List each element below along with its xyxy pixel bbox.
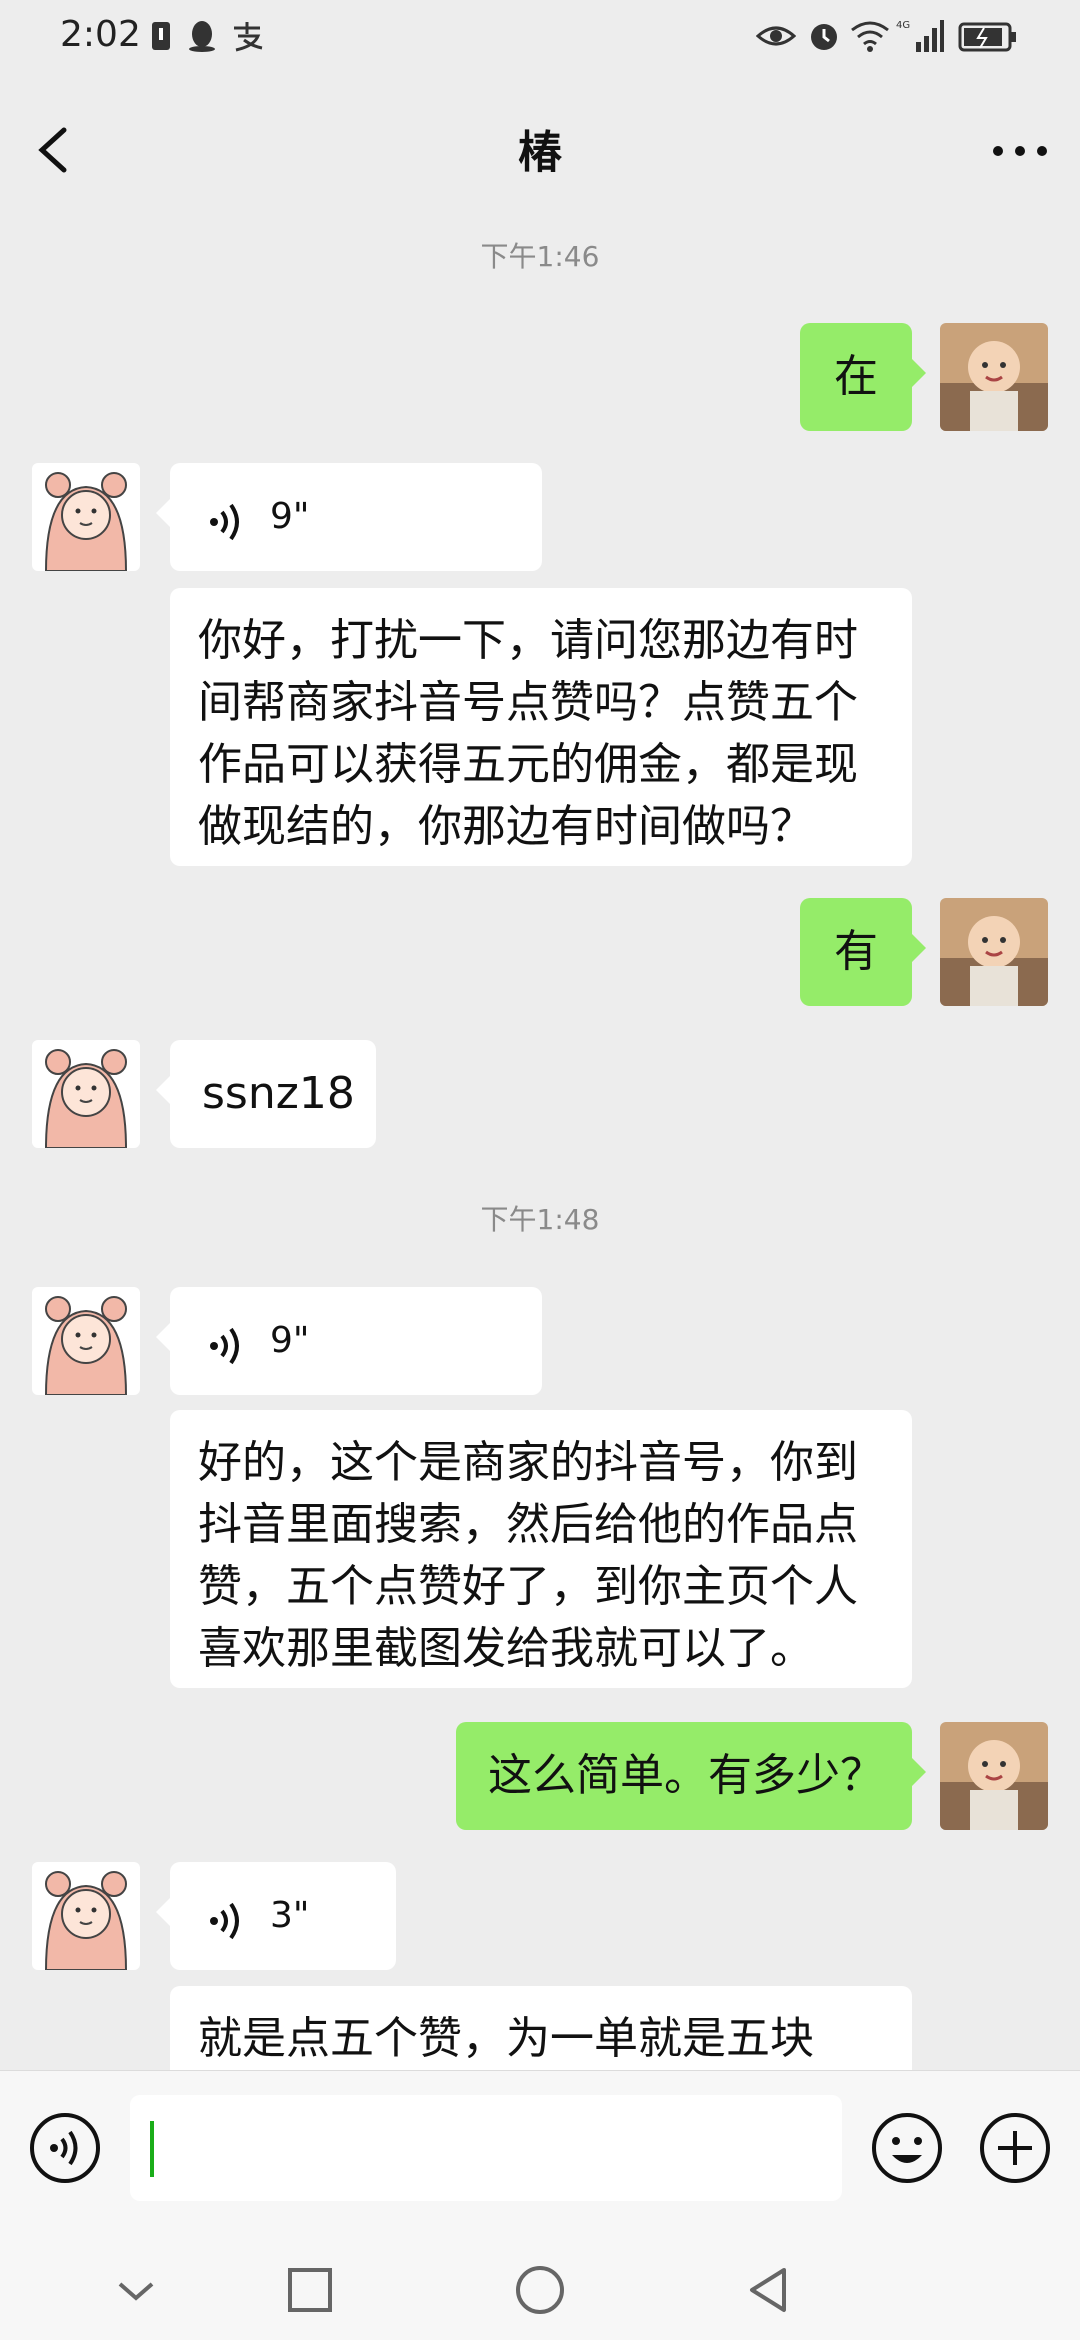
nav-back-icon[interactable]	[740, 2260, 800, 2320]
voice-wave-icon	[206, 1321, 250, 1365]
alipay-icon	[230, 18, 266, 58]
battery-icon	[958, 18, 1018, 58]
message-bubble-incoming[interactable]: 你好，打扰一下，请问您那边有时间帮商家抖音号点赞吗？点赞五个作品可以获得五元的佣…	[170, 588, 912, 866]
message-bubble-incoming[interactable]: 好的，这个是商家的抖音号，你到抖音里面搜索，然后给他的作品点赞，五个点赞好了，到…	[170, 1410, 912, 1688]
message-bubble-incoming[interactable]: 就是点五个赞，为一单就是五块钱。	[170, 1986, 912, 2070]
status-bar: 2:02 4G	[0, 0, 1080, 80]
contact-avatar[interactable]	[32, 1040, 140, 1148]
timestamp: 下午1:48	[480, 1203, 600, 1236]
my-avatar[interactable]	[940, 898, 1048, 1006]
chat-title: 椿	[518, 127, 562, 178]
nav-recents-icon[interactable]	[280, 2260, 340, 2320]
contact-avatar[interactable]	[32, 1287, 140, 1395]
nav-home-icon[interactable]	[510, 2260, 570, 2320]
text-caret	[150, 2121, 154, 2177]
my-avatar[interactable]	[940, 1722, 1048, 1830]
plus-icon[interactable]	[978, 2111, 1052, 2189]
chat-header: 椿	[0, 80, 1080, 210]
message-bubble-outgoing[interactable]: 这么简单。有多少？	[456, 1722, 926, 1830]
svg-text:4G: 4G	[896, 20, 910, 31]
wifi-icon	[850, 18, 890, 58]
contact-avatar[interactable]	[32, 463, 140, 571]
message-text: 在	[834, 351, 878, 402]
alarm-icon	[806, 18, 842, 58]
voice-message[interactable]: 3"	[156, 1862, 396, 1970]
voice-duration: 3"	[270, 1895, 310, 1936]
eye-icon	[755, 18, 797, 58]
message-text: 好的，这个是商家的抖音号，你到抖音里面搜索，然后给他的作品点赞，五个点赞好了，到…	[198, 1437, 858, 1674]
message-input[interactable]	[130, 2095, 842, 2201]
timestamp: 下午1:46	[480, 240, 600, 273]
signal-icon: 4G	[896, 18, 944, 58]
my-avatar[interactable]	[940, 323, 1048, 431]
message-bubble-outgoing[interactable]: 在	[800, 323, 926, 431]
voice-wave-icon	[206, 1896, 250, 1940]
message-text: 就是点五个赞，为一单就是五块钱。	[198, 2013, 814, 2064]
contact-avatar[interactable]	[32, 1862, 140, 1970]
emoji-icon[interactable]	[870, 2111, 944, 2189]
voice-message[interactable]: 9"	[156, 1287, 542, 1395]
voice-toggle-icon[interactable]	[28, 2111, 102, 2189]
voice-message[interactable]: 9"	[156, 463, 542, 571]
voice-duration: 9"	[270, 496, 310, 537]
nav-down-icon[interactable]	[106, 2260, 166, 2320]
message-text: 这么简单。有多少？	[488, 1750, 884, 1801]
more-icon[interactable]	[990, 136, 1050, 166]
voice-wave-icon	[206, 497, 250, 541]
message-text: 你好，打扰一下，请问您那边有时间帮商家抖音号点赞吗？点赞五个作品可以获得五元的佣…	[198, 615, 858, 852]
qq-icon	[186, 18, 218, 58]
message-text: 有	[834, 926, 878, 977]
voice-duration: 9"	[270, 1320, 310, 1361]
message-text: ssnz18	[202, 1068, 355, 1119]
system-nav-bar	[0, 2240, 1080, 2340]
status-time: 2:02	[60, 14, 141, 55]
input-bar	[0, 2070, 1080, 2241]
sim-icon	[150, 18, 172, 58]
message-bubble-outgoing[interactable]: 有	[800, 898, 926, 1006]
message-bubble-incoming[interactable]: ssnz18	[156, 1040, 376, 1148]
